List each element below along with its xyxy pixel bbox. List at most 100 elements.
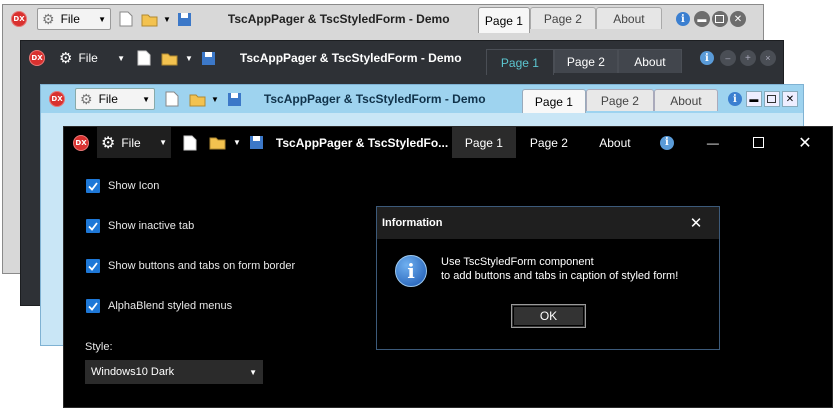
maximize-icon[interactable] xyxy=(736,127,782,158)
gear-icon: ⚙ xyxy=(59,50,73,67)
caption-bar: DX ⚙ File ▼ ▼ TscAppPager & TscStyledFor… xyxy=(21,41,783,75)
tab-page-2[interactable]: Page 2 xyxy=(553,49,618,73)
chevron-down-icon: ▼ xyxy=(159,138,167,147)
tab-about[interactable]: About xyxy=(617,49,682,73)
new-document-icon[interactable] xyxy=(137,50,151,66)
file-menu-button[interactable]: ⚙ File ▼ xyxy=(37,8,111,30)
dialog-message: Use TscStyledForm component to add butto… xyxy=(441,255,678,283)
window-windows10-dark: DX ⚙ File ▼ ▼ TscAppPager & TscStyledFo.… xyxy=(63,126,833,408)
checkmark-icon xyxy=(86,179,100,193)
caption-bar: DX ⚙ File ▼ ▼ TscAppPager & TscStyledFor… xyxy=(41,85,803,113)
chevron-down-icon[interactable]: ▼ xyxy=(163,15,171,24)
tab-page-2[interactable]: Page 2 xyxy=(529,7,596,29)
window-title: TscAppPager & TscStyledForm - Demo xyxy=(263,92,486,106)
open-folder-icon[interactable] xyxy=(141,12,159,27)
file-menu-label: File xyxy=(98,92,118,106)
checkbox-label: Show buttons and tabs on form border xyxy=(108,260,296,272)
window-title: TscAppPager & TscStyledForm - Demo xyxy=(227,12,450,26)
close-icon[interactable]: ✕ xyxy=(729,11,746,27)
caption-bar: DX ⚙ File ▼ ▼ TscAppPager & TscStyledFo.… xyxy=(64,127,832,158)
checkbox-show-icon[interactable]: Show Icon xyxy=(86,179,159,193)
caption-bar: DX ⚙ File ▼ ▼ TscAppPager & TscStyledFor… xyxy=(3,5,763,33)
dialog-title: Information xyxy=(382,217,443,229)
gear-icon: ⚙ xyxy=(42,10,55,27)
dx-logo-icon[interactable]: DX xyxy=(73,134,89,151)
new-document-icon[interactable] xyxy=(165,91,179,107)
info-icon[interactable]: i xyxy=(727,92,742,106)
checkbox-show-buttons-tabs[interactable]: Show buttons and tabs on form border xyxy=(86,259,295,273)
chevron-down-icon: ▼ xyxy=(142,94,150,104)
chevron-down-icon[interactable]: ▼ xyxy=(211,95,219,104)
file-menu-label: File xyxy=(121,135,141,150)
close-icon[interactable]: ✕ xyxy=(683,210,709,236)
gear-icon: ⚙ xyxy=(101,134,116,152)
tab-page-1[interactable]: Page 1 xyxy=(485,49,554,75)
maximize-icon[interactable] xyxy=(711,11,728,27)
file-menu-button[interactable]: ⚙ File ▼ xyxy=(55,47,129,69)
dx-logo-icon[interactable]: DX xyxy=(11,11,27,27)
checkmark-icon xyxy=(86,259,100,273)
open-folder-icon[interactable] xyxy=(161,51,179,66)
info-icon[interactable]: i xyxy=(699,51,714,65)
information-dialog: Information ✕ i Use TscStyledForm compon… xyxy=(376,206,720,350)
checkbox-label: Show inactive tab xyxy=(108,220,195,232)
minimize-icon[interactable]: — xyxy=(690,127,736,158)
style-label: Style: xyxy=(85,341,113,353)
close-icon[interactable]: × xyxy=(759,50,776,66)
tab-page-1[interactable]: Page 1 xyxy=(451,127,516,158)
close-icon[interactable]: ✕ xyxy=(782,127,828,158)
save-disk-icon[interactable] xyxy=(201,51,216,66)
maximize-icon[interactable]: + xyxy=(739,50,756,66)
minimize-icon[interactable]: – xyxy=(719,50,736,66)
chevron-down-icon: ▼ xyxy=(117,53,125,63)
maximize-icon[interactable] xyxy=(763,91,780,107)
open-folder-icon[interactable] xyxy=(209,135,227,150)
file-menu-button[interactable]: ⚙ File ▼ xyxy=(97,127,171,158)
tab-strip: Page 1 Page 2 About xyxy=(521,89,718,113)
checkmark-icon xyxy=(86,299,100,313)
checkmark-icon xyxy=(86,219,100,233)
tab-strip: Page 1 Page 2 About xyxy=(477,7,662,33)
dialog-message-line: to add buttons and tabs in caption of st… xyxy=(441,270,679,282)
new-document-icon[interactable] xyxy=(183,135,197,151)
window-title: TscAppPager & TscStyledFo... xyxy=(275,135,448,150)
tab-page-1[interactable]: Page 1 xyxy=(477,7,530,33)
close-icon[interactable]: ✕ xyxy=(781,91,798,107)
dialog-message-line: Use TscStyledForm component xyxy=(441,256,594,268)
checkbox-show-inactive-tab[interactable]: Show inactive tab xyxy=(86,219,194,233)
info-icon[interactable]: i xyxy=(675,12,690,26)
file-menu-label: File xyxy=(78,51,98,65)
tab-strip: Page 1 Page 2 About xyxy=(451,127,648,158)
style-select[interactable]: Windows10 Dark ▼ xyxy=(85,360,263,384)
ok-button[interactable]: OK xyxy=(511,304,586,328)
chevron-down-icon: ▼ xyxy=(249,367,257,377)
info-icon[interactable]: i xyxy=(659,135,674,150)
tab-about[interactable]: About xyxy=(582,127,648,158)
tab-about[interactable]: About xyxy=(595,7,662,29)
chevron-down-icon[interactable]: ▼ xyxy=(233,138,241,147)
save-disk-icon[interactable] xyxy=(249,135,264,150)
save-disk-icon[interactable] xyxy=(177,12,192,27)
open-folder-icon[interactable] xyxy=(189,92,207,107)
dx-logo-icon[interactable]: DX xyxy=(29,50,45,66)
minimize-icon[interactable]: ▬ xyxy=(745,91,762,107)
info-icon: i xyxy=(395,255,427,287)
tab-page-2[interactable]: Page 2 xyxy=(516,127,582,158)
chevron-down-icon: ▼ xyxy=(98,14,106,24)
save-disk-icon[interactable] xyxy=(227,92,242,107)
tab-about[interactable]: About xyxy=(653,89,718,111)
dialog-caption: Information ✕ xyxy=(377,207,719,239)
minimize-icon[interactable]: ▬ xyxy=(693,11,710,27)
new-document-icon[interactable] xyxy=(119,11,133,27)
window-title: TscAppPager & TscStyledForm - Demo xyxy=(239,51,462,65)
tab-page-2[interactable]: Page 2 xyxy=(585,89,654,111)
tab-page-1[interactable]: Page 1 xyxy=(521,89,586,113)
chevron-down-icon[interactable]: ▼ xyxy=(185,54,193,63)
file-menu-button[interactable]: ⚙ File ▼ xyxy=(75,88,155,110)
dx-logo-icon[interactable]: DX xyxy=(49,91,65,107)
file-menu-label: File xyxy=(60,12,80,26)
checkbox-label: AlphaBlend styled menus xyxy=(108,300,233,312)
style-select-value: Windows10 Dark xyxy=(91,366,175,378)
checkbox-label: Show Icon xyxy=(108,180,160,192)
checkbox-alphablend-menus[interactable]: AlphaBlend styled menus xyxy=(86,299,232,313)
